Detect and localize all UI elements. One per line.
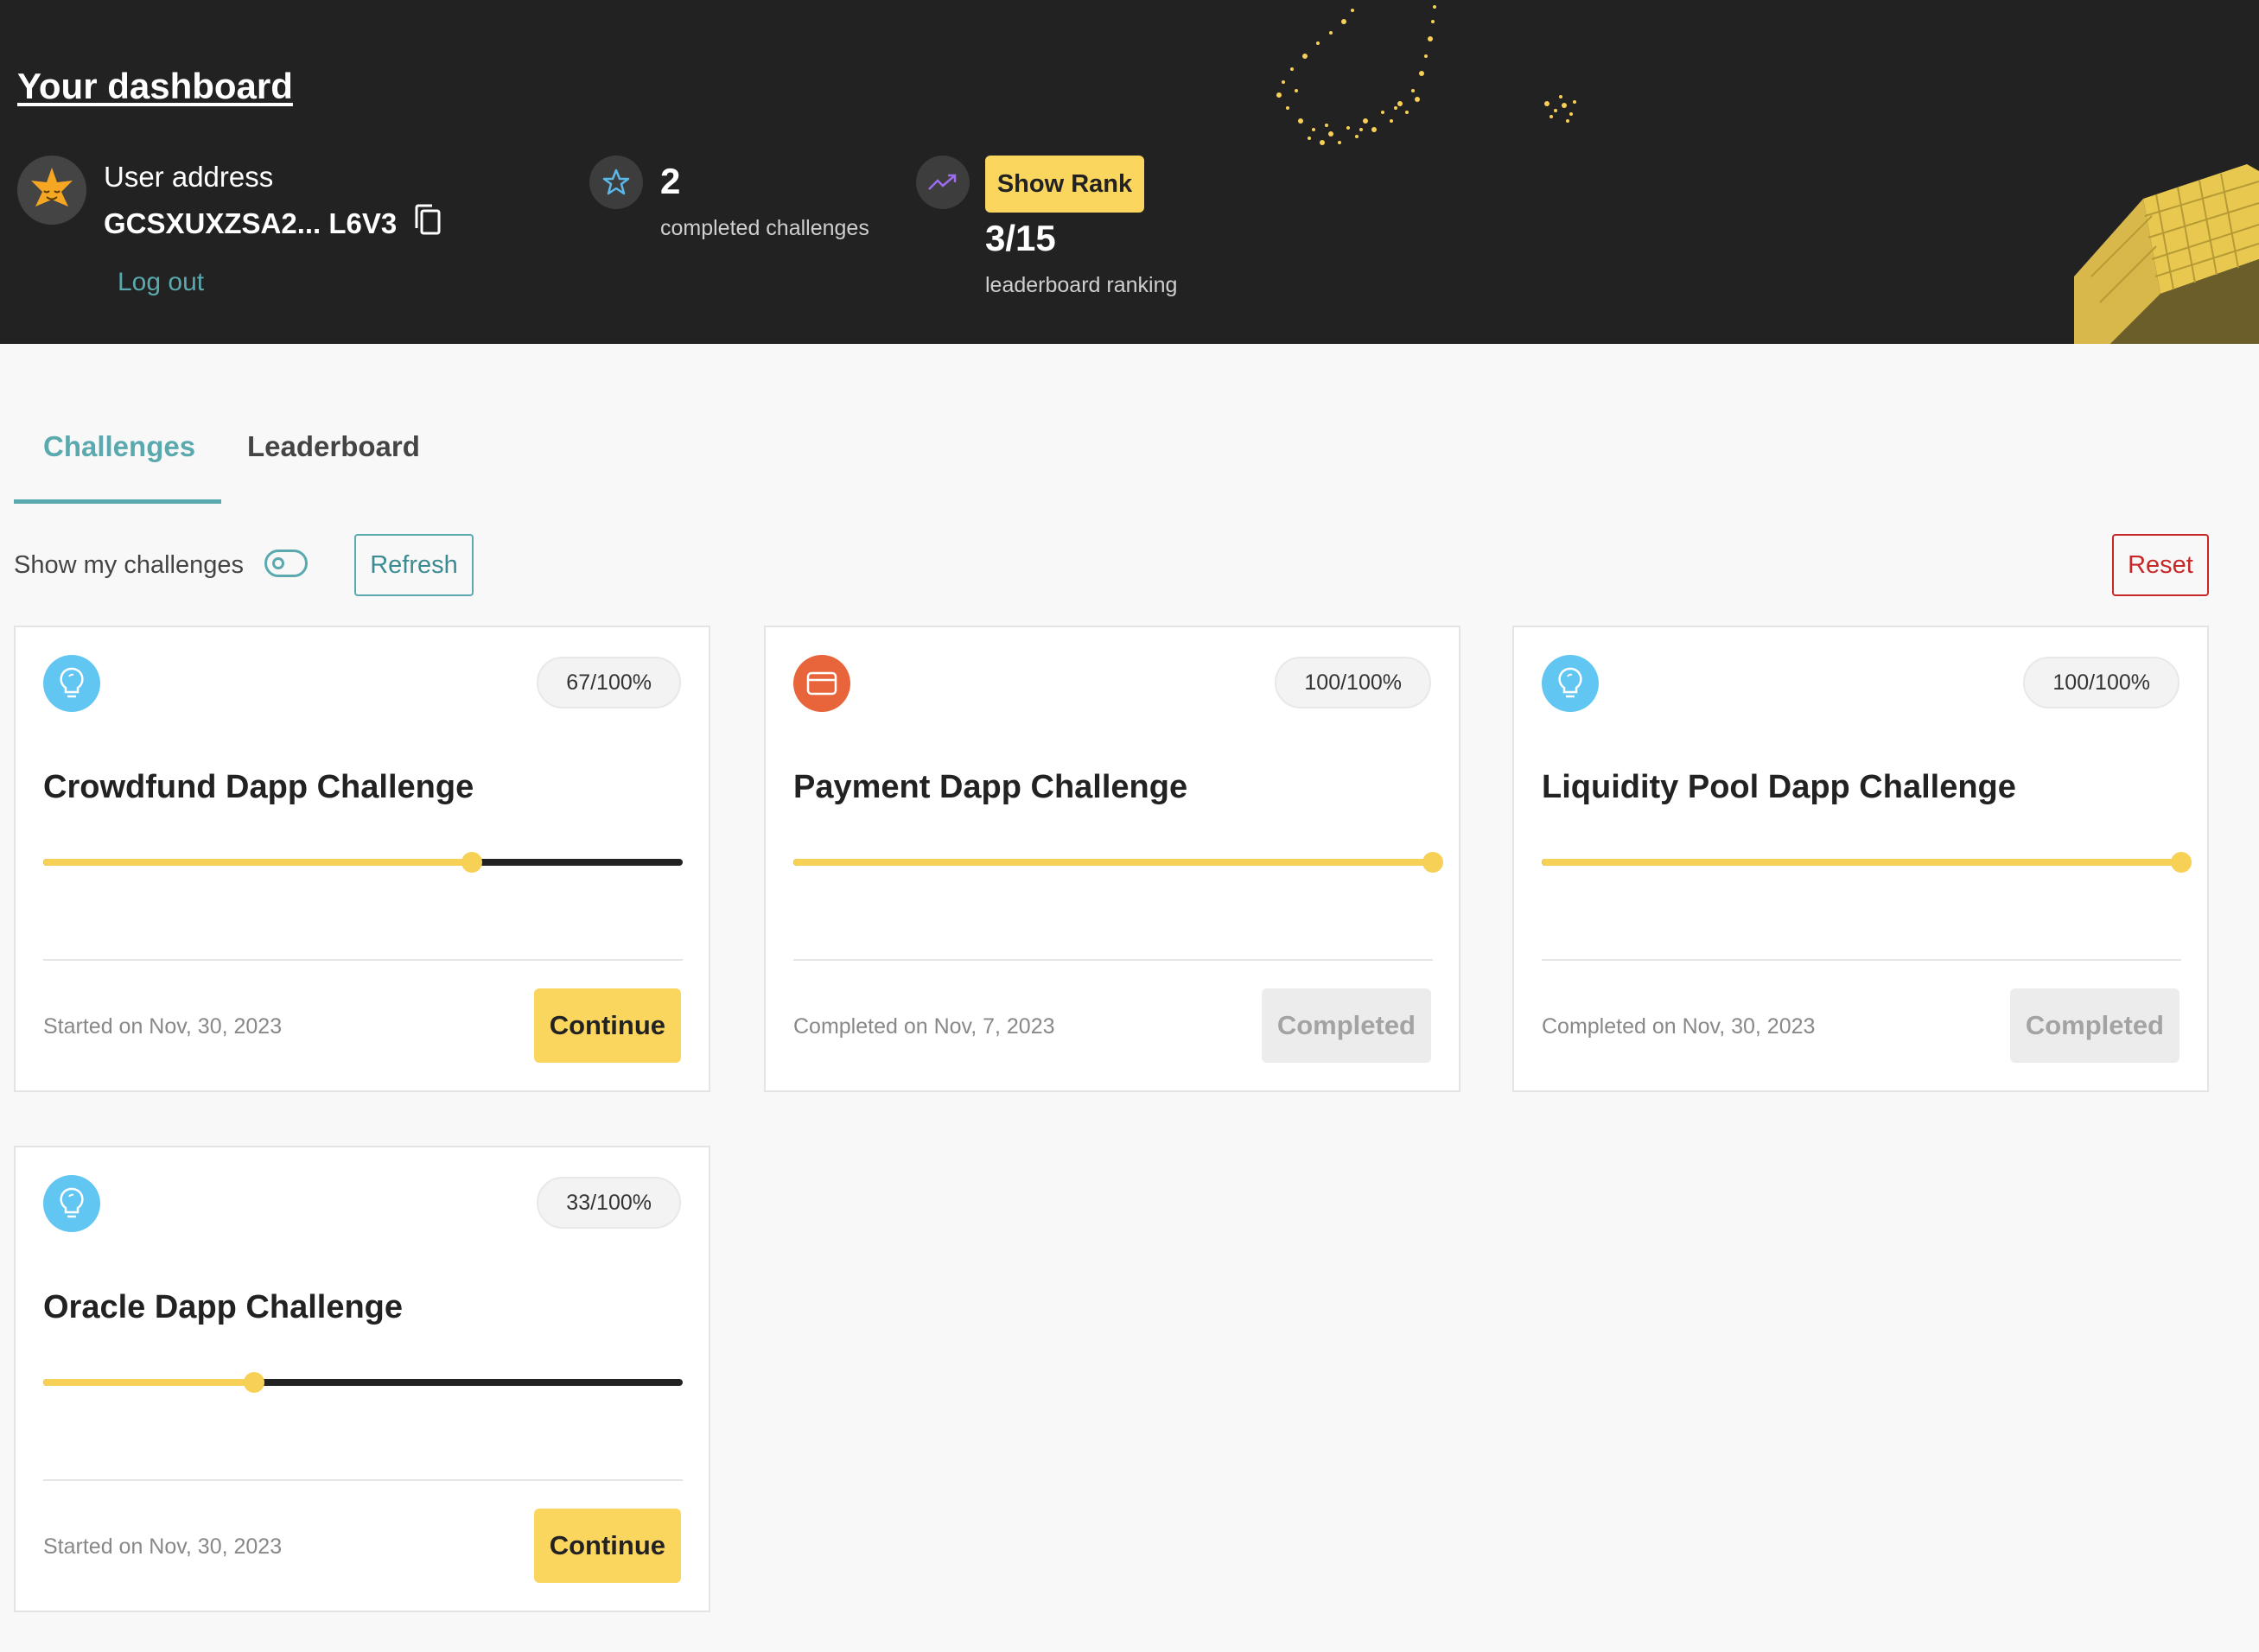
rank-value: 3/15 [985, 218, 1056, 258]
refresh-button[interactable]: Refresh [354, 534, 474, 596]
progress-bar [1542, 852, 2192, 873]
trending-up-icon [916, 156, 970, 209]
user-address-value: GCSXUXZSA2... L6V3 [104, 207, 398, 239]
challenge-date: Completed on Nov, 7, 2023 [793, 1014, 1055, 1039]
progress-bar [793, 852, 1443, 873]
lightbulb-icon [1542, 655, 1599, 712]
challenge-date: Completed on Nov, 30, 2023 [1542, 1014, 1816, 1039]
toggle-knob [272, 557, 284, 569]
star-avatar-icon [31, 168, 73, 206]
challenge-title: Oracle Dapp Challenge [43, 1289, 404, 1325]
progress-knob [461, 852, 482, 873]
decorative-particles [1276, 5, 1576, 145]
avatar [17, 156, 86, 225]
logout-link[interactable]: Log out [118, 268, 204, 297]
dashboard-header: Your dashboard User address GCSXUXZSA2..… [0, 0, 2259, 344]
lightbulb-icon [43, 655, 100, 712]
progress-knob [2171, 852, 2192, 873]
progress-fill [43, 859, 472, 866]
lightbulb-icon [43, 1175, 100, 1232]
star-stat-icon [589, 156, 643, 209]
challenge-date: Started on Nov, 30, 2023 [43, 1534, 283, 1559]
progress-badge: 100/100% [1275, 657, 1431, 708]
challenge-title: Crowdfund Dapp Challenge [43, 769, 474, 805]
show-my-challenges-toggle[interactable] [264, 550, 308, 577]
progress-bar [43, 852, 683, 873]
decorative-cube [2074, 164, 2259, 344]
completed-count: 2 [660, 161, 681, 201]
challenge-card: 67/100% Crowdfund Dapp Challenge Started… [14, 626, 710, 1092]
progress-fill [1542, 859, 2181, 866]
show-rank-button[interactable]: Show Rank [985, 156, 1144, 213]
tab-challenges[interactable]: Challenges [43, 430, 195, 463]
progress-badge: 67/100% [537, 657, 681, 708]
completed-button[interactable]: Completed [1261, 988, 1431, 1063]
user-address-label: User address [104, 161, 274, 193]
copy-icon[interactable] [413, 204, 444, 238]
progress-fill [43, 1379, 255, 1386]
progress-badge: 33/100% [537, 1177, 681, 1229]
card-divider [43, 959, 683, 961]
show-my-challenges-label: Show my challenges [14, 551, 244, 579]
active-tab-indicator [14, 499, 221, 504]
page-title: Your dashboard [17, 66, 293, 106]
card-divider [793, 959, 1433, 961]
challenge-date: Started on Nov, 30, 2023 [43, 1014, 283, 1039]
challenge-title: Liquidity Pool Dapp Challenge [1542, 769, 2016, 805]
challenge-title: Payment Dapp Challenge [793, 769, 1188, 805]
progress-bar [43, 1372, 683, 1393]
progress-knob [244, 1372, 265, 1393]
tab-leaderboard[interactable]: Leaderboard [247, 430, 420, 463]
completed-label: completed challenges [660, 216, 869, 240]
progress-badge: 100/100% [2023, 657, 2179, 708]
progress-knob [1422, 852, 1443, 873]
progress-fill [793, 859, 1433, 866]
challenge-card: 100/100% Payment Dapp Challenge Complete… [764, 626, 1460, 1092]
completed-button[interactable]: Completed [2009, 988, 2179, 1063]
continue-button[interactable]: Continue [533, 988, 681, 1063]
rank-label: leaderboard ranking [985, 273, 1178, 297]
reset-button[interactable]: Reset [2112, 534, 2209, 596]
challenge-card: 100/100% Liquidity Pool Dapp Challenge C… [1512, 626, 2209, 1092]
card-divider [1542, 959, 2181, 961]
continue-button[interactable]: Continue [533, 1509, 681, 1583]
credit-card-icon [793, 655, 850, 712]
challenge-card: 33/100% Oracle Dapp Challenge Started on… [14, 1146, 710, 1612]
card-divider [43, 1479, 683, 1481]
